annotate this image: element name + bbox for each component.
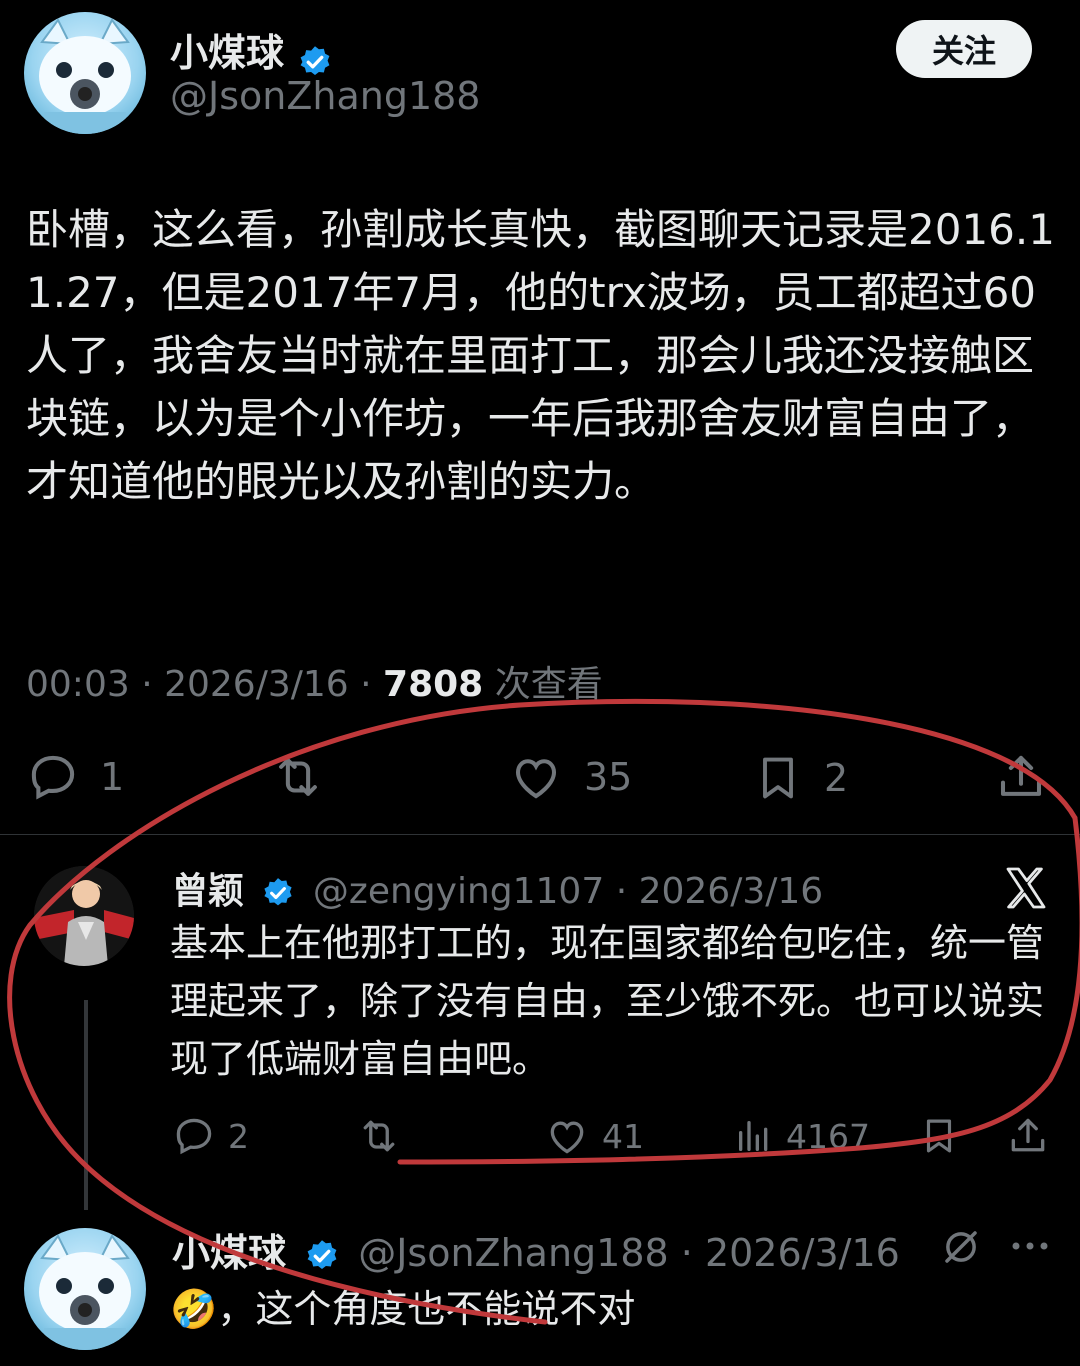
views-label: 次查看 [494, 664, 603, 705]
analytics-icon [739, 1121, 768, 1151]
reply-author-name[interactable]: 曾颖 [172, 871, 244, 912]
verified-badge-icon [304, 1238, 340, 1274]
reply-views-count: 4167 [786, 1116, 870, 1156]
author-handle[interactable]: @JsonZhang188 [170, 74, 480, 118]
like-button[interactable]: 35 [508, 750, 632, 804]
reply-count: 1 [100, 755, 125, 799]
reply-date[interactable]: 2026/3/16 [639, 871, 824, 912]
reply-repost-button[interactable] [356, 1114, 402, 1158]
reply-bookmark-button[interactable] [918, 1114, 960, 1158]
bookmark-icon [926, 1119, 952, 1153]
post-date[interactable]: 2026/3/16 [164, 664, 349, 705]
reply2-date[interactable]: 2026/3/16 [705, 1231, 900, 1275]
reply-reply-button[interactable]: 2 [172, 1114, 249, 1158]
post-time[interactable]: 00:03 [26, 664, 130, 705]
repost-icon [363, 1120, 395, 1152]
author-name-row: 小煤球 [170, 22, 333, 80]
reply-icon [176, 1118, 212, 1155]
reply2-author-name[interactable]: 小煤球 [172, 1231, 286, 1275]
reply-reply-count: 2 [228, 1116, 249, 1156]
like-count: 35 [584, 755, 633, 799]
reply-views-button[interactable]: 4167 [734, 1114, 870, 1158]
author-name[interactable]: 小煤球 [170, 31, 284, 75]
reply2-header: 小煤球 @JsonZhang188 · 2026/3/16 [172, 1231, 900, 1275]
divider [0, 834, 1080, 835]
thread-line [84, 1000, 88, 1210]
bookmark-button[interactable]: 2 [752, 750, 848, 806]
views-count: 7808 [383, 664, 484, 705]
share-icon [1011, 1118, 1045, 1152]
reply-header: 曾颖 @zengying1107 · 2026/3/16 [172, 871, 824, 912]
reply-text: 基本上在他那打工的，现在国家都给包吃住，统一管理起来了，除了没有自由，至少饿不死… [170, 921, 1045, 1081]
cat-avatar-icon [39, 18, 131, 134]
post-text: 卧槽，这么看，孙割成长真快，截图聊天记录是2016.11.27，但是2017年7… [26, 205, 1055, 506]
share-icon [1000, 755, 1042, 796]
more-options-icon[interactable] [1010, 1236, 1050, 1256]
bookmark-icon [763, 757, 793, 799]
grok-icon[interactable] [940, 1226, 982, 1268]
reply-button[interactable]: 1 [26, 750, 124, 804]
share-button[interactable] [994, 750, 1048, 804]
reply2-handle[interactable]: @JsonZhang188 [358, 1231, 668, 1275]
x-logo-icon [1002, 864, 1050, 912]
reply-like-count: 41 [602, 1116, 644, 1156]
reply-actions: 2 41 4167 [0, 1110, 1080, 1160]
post-actions: 1 35 2 [0, 742, 1080, 812]
bookmark-count: 2 [824, 756, 849, 800]
cat-avatar-icon [39, 1234, 131, 1350]
heart-icon [550, 1121, 584, 1154]
reply2-author-avatar[interactable] [24, 1228, 146, 1350]
post-meta: 00:03 · 2026/3/16 · 7808 次查看 [26, 664, 603, 705]
repost-icon [279, 758, 317, 796]
reply-icon [31, 755, 75, 800]
person-avatar-icon [34, 866, 134, 966]
reply-like-button[interactable]: 41 [544, 1114, 644, 1158]
reply-author-avatar[interactable] [34, 866, 134, 966]
repost-button[interactable] [270, 750, 326, 804]
reply-handle[interactable]: @zengying1107 [313, 871, 604, 912]
heart-icon [515, 759, 557, 799]
verified-badge-icon [261, 876, 295, 910]
reply-share-button[interactable] [1006, 1114, 1050, 1158]
reply2-text: 🤣，这个角度也不能说不对 [170, 1287, 636, 1331]
author-avatar[interactable] [24, 12, 146, 134]
follow-button[interactable]: 关注 [896, 20, 1032, 78]
